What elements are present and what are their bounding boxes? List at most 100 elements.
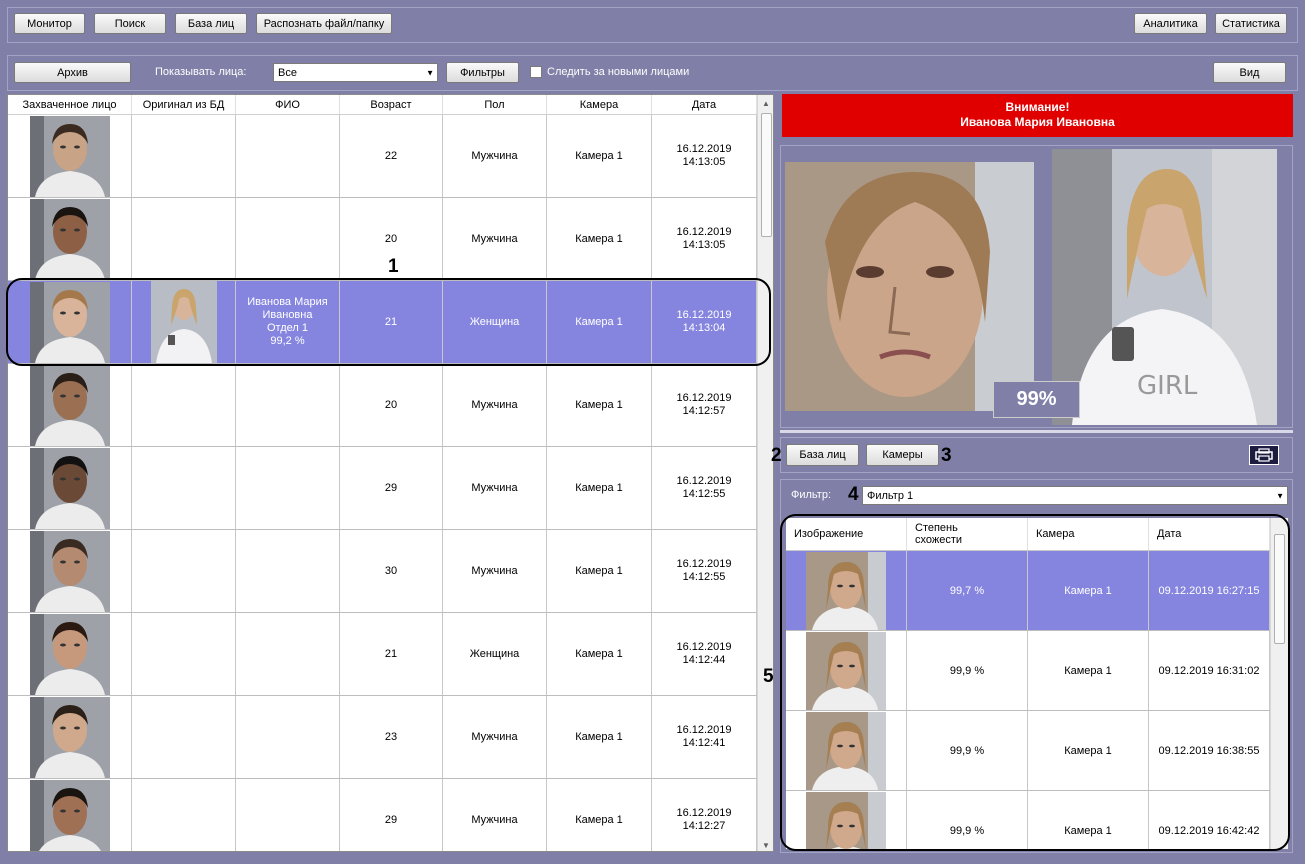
table-row[interactable]: 23 Мужчина Камера 1 16.12.2019 14:12:41 — [8, 696, 757, 779]
monitor-button[interactable]: Монитор — [14, 13, 85, 34]
col-full-name[interactable]: ФИО — [236, 95, 340, 114]
cell-date-time: 14:12:55 — [682, 571, 726, 583]
match-row[interactable]: 99,7 % Камера 1 09.12.2019 16:27:15 — [786, 551, 1270, 631]
filter-select[interactable]: Фильтр 1 ▼ — [862, 486, 1288, 505]
captured-face-thumbnail — [29, 530, 110, 612]
match-face-thumbnail — [806, 711, 886, 790]
col-sex[interactable]: Пол — [443, 95, 547, 114]
table-row[interactable]: 20 Мужчина Камера 1 16.12.2019 14:13:05 — [8, 198, 757, 281]
match-row[interactable]: 99,9 % Камера 1 09.12.2019 16:31:02 — [786, 631, 1270, 711]
cell-full-name — [236, 115, 340, 197]
cell-age: 29 — [340, 779, 443, 851]
scroll-down-icon[interactable]: ▼ — [758, 837, 773, 851]
cell-full-name — [236, 696, 340, 778]
matches-scrollbar-thumb[interactable] — [1274, 534, 1285, 644]
captured-face-image — [785, 162, 1034, 411]
captured-face-thumbnail — [29, 447, 110, 529]
face-db-button[interactable]: База лиц — [175, 13, 247, 34]
analytics-button[interactable]: Аналитика — [1134, 13, 1207, 34]
captured-face-thumbnail — [29, 281, 110, 363]
match-row[interactable]: 99,9 % Камера 1 09.12.2019 16:38:55 — [786, 711, 1270, 791]
col-captured-face[interactable]: Захваченное лицо — [8, 95, 132, 114]
cell-full-name — [236, 613, 340, 695]
cameras-tab[interactable]: Камеры — [866, 444, 939, 466]
cell-sex: Женщина — [443, 281, 547, 363]
callout-2: 2 — [771, 445, 782, 466]
statistics-button[interactable]: Статистика — [1215, 13, 1287, 34]
cell-camera: Камера 1 — [547, 779, 652, 851]
view-button[interactable]: Вид — [1213, 62, 1286, 83]
scroll-up-icon[interactable]: ▲ — [758, 95, 773, 111]
table-body: 22 Мужчина Камера 1 16.12.2019 14:13:05 20 Муж… — [8, 115, 757, 851]
cell-db-original — [132, 779, 236, 851]
cell-sex: Мужчина — [443, 696, 547, 778]
table-row[interactable]: 21 Женщина Камера 1 16.12.2019 14:12:44 — [8, 613, 757, 696]
captured-face-thumbnail — [29, 613, 110, 695]
cell-similarity: 99,9 % — [907, 791, 1028, 849]
table-row[interactable]: 29 Мужчина Камера 1 16.12.2019 14:12:55 — [8, 447, 757, 530]
cell-age: 30 — [340, 530, 443, 612]
svg-text:GIRL: GIRL — [1137, 371, 1198, 401]
col-camera[interactable]: Камера — [547, 95, 652, 114]
cell-db-original — [132, 696, 236, 778]
cell-captured-face — [8, 779, 132, 851]
cell-date: 16.12.2019 14:12:55 — [652, 447, 757, 529]
cell-similarity: 99,9 % — [907, 711, 1028, 790]
col-camera[interactable]: Камера — [1028, 518, 1149, 550]
cell-date-day: 16.12.2019 — [676, 143, 732, 155]
table-row[interactable]: 20 Мужчина Камера 1 16.12.2019 14:12:57 — [8, 364, 757, 447]
cell-sex: Мужчина — [443, 115, 547, 197]
cell-sex: Мужчина — [443, 530, 547, 612]
cell-date: 09.12.2019 16:31:02 — [1149, 631, 1270, 710]
cell-age: 21 — [340, 613, 443, 695]
cell-date-day: 16.12.2019 — [676, 309, 732, 321]
col-similarity[interactable]: Степень схожести — [907, 518, 1028, 550]
captured-face-thumbnail — [29, 779, 110, 851]
table-row[interactable]: 30 Мужчина Камера 1 16.12.2019 14:12:55 — [8, 530, 757, 613]
col-db-original[interactable]: Оригинал из БД — [132, 95, 236, 114]
cell-camera: Камера 1 — [547, 447, 652, 529]
database-face-image: GIRL — [1052, 149, 1277, 425]
col-image[interactable]: Изображение — [786, 518, 907, 550]
cell-date-day: 16.12.2019 — [676, 475, 732, 487]
archive-button[interactable]: Архив — [14, 62, 131, 83]
filters-button[interactable]: Фильтры — [446, 62, 519, 83]
callout-5: 5 — [763, 666, 774, 687]
match-row[interactable]: 99,9 % Камера 1 09.12.2019 16:42:42 — [786, 791, 1270, 849]
cell-date: 16.12.2019 14:12:55 — [652, 530, 757, 612]
cell-sex: Женщина — [443, 613, 547, 695]
table-row[interactable]: Иванова Мария Ивановна Отдел 1 99,2 % 21 Ж… — [8, 281, 757, 364]
table-row[interactable]: 29 Мужчина Камера 1 16.12.2019 14:12:27 — [8, 779, 757, 851]
table-scrollbar[interactable]: ▲ ▼ — [757, 95, 773, 851]
cell-match-image — [786, 631, 907, 710]
cell-captured-face — [8, 447, 132, 529]
cell-match-image — [786, 711, 907, 790]
cell-similarity: 99,9 % — [907, 631, 1028, 710]
col-date[interactable]: Дата — [1149, 518, 1270, 550]
cell-db-original — [132, 115, 236, 197]
cell-date: 16.12.2019 14:12:27 — [652, 779, 757, 851]
print-icon[interactable] — [1249, 445, 1279, 465]
cell-full-name — [236, 447, 340, 529]
splitter[interactable] — [780, 430, 1293, 433]
show-faces-select[interactable]: Все ▼ — [273, 63, 438, 82]
matches-scrollbar[interactable] — [1270, 518, 1288, 849]
cell-date: 16.12.2019 14:13:04 — [652, 281, 757, 363]
callout-1: 1 — [388, 256, 399, 277]
cell-similarity: 99,7 % — [907, 551, 1028, 630]
cell-full-name: Иванова Мария Ивановна Отдел 1 99,2 % — [236, 281, 340, 363]
cell-date-day: 16.12.2019 — [676, 724, 732, 736]
search-button[interactable]: Поиск — [94, 13, 166, 34]
table-row[interactable]: 22 Мужчина Камера 1 16.12.2019 14:13:05 — [8, 115, 757, 198]
col-age[interactable]: Возраст — [340, 95, 443, 114]
face-db-tab[interactable]: База лиц — [786, 444, 859, 466]
match-face-thumbnail — [806, 791, 886, 849]
scrollbar-thumb[interactable] — [761, 113, 772, 237]
recognize-file-button[interactable]: Распознать файл/папку — [256, 13, 392, 34]
cell-sex: Мужчина — [443, 447, 547, 529]
follow-new-faces-checkbox[interactable] — [530, 66, 542, 78]
matches-table: Изображение Степень схожести Камера Дата… — [786, 518, 1288, 849]
follow-new-faces-label: Следить за новыми лицами — [547, 66, 690, 78]
col-date[interactable]: Дата — [652, 95, 757, 114]
cell-date-day: 16.12.2019 — [676, 807, 732, 819]
